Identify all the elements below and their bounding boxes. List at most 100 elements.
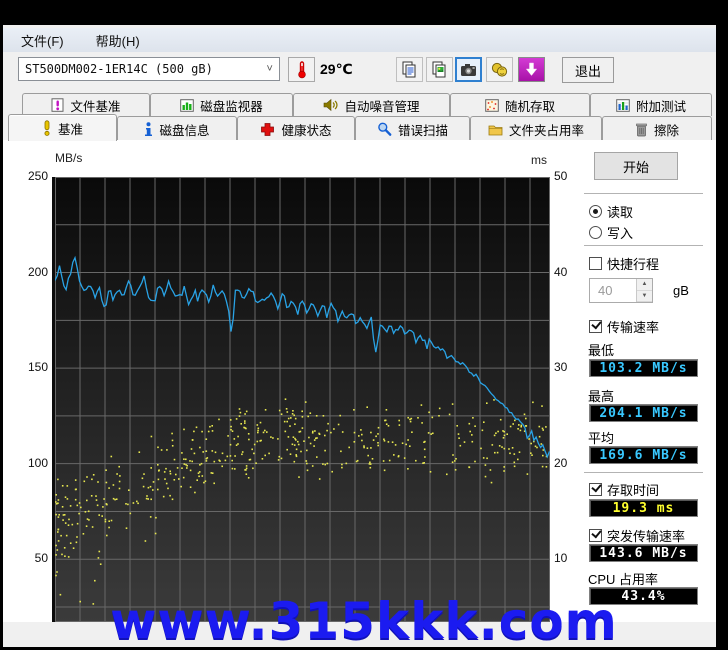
tab-label: 随机存取 — [505, 96, 555, 115]
menu-file[interactable]: 文件(F) — [17, 29, 68, 52]
tab-label: 磁盘信息 — [159, 120, 209, 139]
copy-text-icon — [401, 61, 418, 78]
drive-select-value: ST500DM002-1ER14C (500 gB) — [25, 62, 213, 76]
tab-label: 健康状态 — [281, 120, 331, 139]
separator — [584, 193, 703, 194]
disk-monitor-icon — [180, 99, 194, 112]
tab-label: 基准 — [58, 119, 83, 138]
health-cross-icon — [260, 122, 275, 137]
tab-label: 文件基准 — [70, 96, 120, 115]
menu-bar: 文件(F) 帮助(H) — [3, 28, 716, 52]
chart-canvas — [55, 177, 550, 622]
file-benchmark-icon — [51, 98, 64, 112]
right-tick: 30 — [554, 360, 578, 374]
transfer-rate-label: 传输速率 — [607, 317, 659, 336]
burst-rate-value: 143.6 MB/s — [589, 544, 698, 562]
transfer-rate-box[interactable] — [589, 320, 602, 333]
tab-label: 错误扫描 — [398, 120, 448, 139]
avg-value: 169.6 MB/s — [589, 446, 698, 464]
extra-tests-icon — [616, 99, 630, 112]
exit-button[interactable]: 退出 — [562, 57, 614, 83]
tab-disk-monitor[interactable]: 磁盘监视器 — [150, 93, 293, 116]
max-value: 204.1 MB/s — [589, 404, 698, 422]
info-icon — [144, 122, 153, 137]
screenshot-stage: 文件(F) 帮助(H) ST500DM002-1ER14C (500 gB) ˅… — [0, 0, 728, 647]
access-time-label: 存取时间 — [607, 480, 659, 499]
burst-rate-checkbox[interactable]: 突发传输速率 — [589, 526, 685, 545]
right-tick: 40 — [554, 265, 578, 279]
left-tick: 50 — [18, 551, 48, 565]
right-tick: 10 — [554, 551, 578, 565]
radio-read-label: 读取 — [607, 202, 633, 221]
tab-health[interactable]: 健康状态 — [237, 116, 355, 141]
left-tick: 100 — [18, 456, 48, 470]
short-stroke-checkbox[interactable]: 快捷行程 — [589, 254, 659, 273]
watermark: www.315kkk.com — [84, 592, 644, 650]
stepper-down-icon[interactable]: ▼ — [637, 291, 652, 303]
burst-rate-box[interactable] — [589, 529, 602, 542]
radio-read-indicator[interactable] — [589, 205, 602, 218]
benchmark-chart — [52, 177, 550, 622]
tab-error-scan[interactable]: 错误扫描 — [355, 116, 470, 141]
right-tick: 20 — [554, 456, 578, 470]
coins-icon — [491, 61, 508, 78]
copy-image-button[interactable] — [426, 57, 453, 82]
speaker-icon — [323, 98, 338, 112]
capacity-value[interactable]: 40 — [590, 283, 636, 298]
update-button[interactable] — [518, 57, 545, 82]
tab-extra-tests[interactable]: 附加测试 — [590, 93, 712, 116]
exclamation-icon — [42, 120, 52, 136]
left-tick: 150 — [18, 360, 48, 374]
capacity-unit: gB — [673, 283, 689, 298]
tab-erase[interactable]: 擦除 — [602, 116, 712, 141]
copy-text-button[interactable] — [396, 57, 423, 82]
register-button[interactable] — [486, 57, 513, 82]
camera-icon — [460, 63, 477, 77]
radio-write-label: 写入 — [607, 223, 633, 242]
separator — [584, 245, 703, 246]
folder-icon — [488, 123, 503, 136]
tab-label: 擦除 — [654, 120, 679, 139]
min-label: 最低 — [588, 340, 614, 359]
stepper-up-icon[interactable]: ▲ — [637, 279, 652, 291]
right-axis-unit: ms — [531, 153, 547, 167]
menu-help[interactable]: 帮助(H) — [92, 29, 144, 52]
access-time-box[interactable] — [589, 483, 602, 496]
magnifier-icon — [377, 122, 392, 137]
radio-read[interactable]: 读取 — [589, 202, 633, 221]
min-value: 103.2 MB/s — [589, 359, 698, 377]
temperature-button[interactable] — [288, 57, 315, 82]
tab-label: 磁盘监视器 — [200, 96, 263, 115]
start-button[interactable]: 开始 — [594, 152, 678, 180]
capacity-stepper[interactable]: 40 ▲ ▼ — [589, 278, 653, 303]
right-tick: 50 — [554, 169, 578, 183]
radio-write[interactable]: 写入 — [589, 223, 633, 242]
tab-random-access[interactable]: 随机存取 — [450, 93, 590, 116]
radio-write-indicator[interactable] — [589, 226, 602, 239]
tab-label: 文件夹占用率 — [509, 120, 584, 139]
burst-rate-label: 突发传输速率 — [607, 526, 685, 545]
cpu-label: CPU 占用率 — [588, 569, 658, 588]
start-label: 开始 — [623, 157, 649, 176]
max-label: 最高 — [588, 386, 614, 405]
transfer-rate-checkbox[interactable]: 传输速率 — [589, 317, 659, 336]
short-stroke-box[interactable] — [589, 257, 602, 270]
tab-disk-info[interactable]: 磁盘信息 — [117, 116, 237, 141]
thermometer-icon — [295, 61, 309, 79]
drive-select[interactable]: ST500DM002-1ER14C (500 gB) ˅ — [18, 57, 280, 81]
access-time-checkbox[interactable]: 存取时间 — [589, 480, 659, 499]
tab-label: 自动噪音管理 — [344, 96, 419, 115]
tab-auto-acoustic[interactable]: 自动噪音管理 — [293, 93, 450, 116]
left-tick: 250 — [18, 169, 48, 183]
stepper-arrows[interactable]: ▲ ▼ — [636, 279, 652, 302]
copy-image-icon — [431, 61, 448, 78]
tab-folder-usage[interactable]: 文件夹占用率 — [470, 116, 602, 141]
tab-benchmark[interactable]: 基准 — [8, 114, 117, 141]
chevron-down-icon: ˅ — [266, 62, 273, 76]
tab-label: 附加测试 — [636, 96, 686, 115]
screenshot-button[interactable] — [455, 57, 482, 82]
tab-file-benchmark[interactable]: 文件基准 — [22, 93, 150, 116]
random-access-icon — [485, 99, 499, 112]
trash-icon — [635, 122, 648, 137]
temperature-value: 29℃ — [320, 61, 353, 78]
